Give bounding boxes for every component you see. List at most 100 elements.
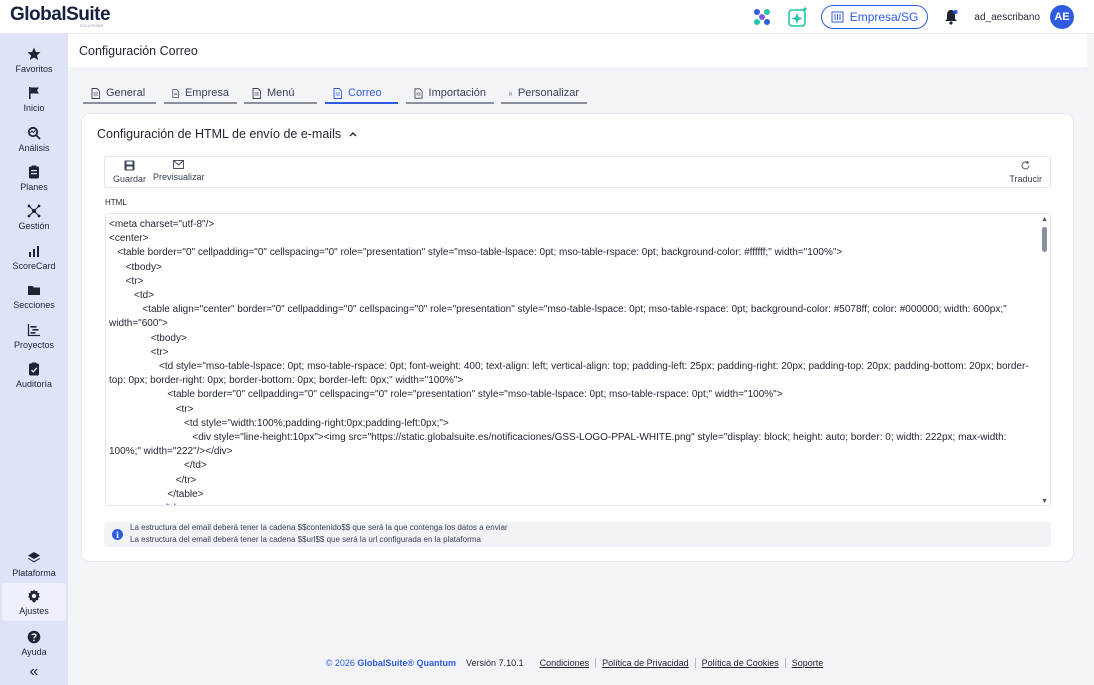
code-line: </td>: [109, 502, 1032, 505]
tab-menu[interactable]: Menú: [244, 84, 317, 104]
document-icon: [414, 87, 423, 99]
tab-personalizar[interactable]: Personalizar: [501, 84, 587, 104]
document-icon: [509, 91, 512, 95]
sidebar-item-ajustes[interactable]: Ajustes: [2, 583, 66, 621]
ai-sparkle-icon[interactable]: [785, 4, 811, 30]
clipboard-icon: [26, 164, 42, 180]
tab-empresa[interactable]: Empresa: [164, 84, 237, 104]
app-logo-sub: SOLUTIONS: [80, 23, 104, 28]
code-line: </tr>: [109, 474, 197, 486]
code-line: <center>: [109, 233, 149, 245]
star-icon: [26, 46, 42, 62]
sidebar-item-label: Favoritos: [15, 64, 53, 74]
bell-icon[interactable]: [938, 4, 964, 30]
flag-icon: [26, 85, 42, 101]
code-line: <tr>: [109, 403, 194, 415]
sidebar-item-secciones[interactable]: Secciones: [0, 277, 68, 315]
sidebar-item-auditoria[interactable]: Auditoría: [0, 356, 68, 394]
html-label: HTML: [105, 198, 127, 207]
tab-label: Personalizar: [517, 87, 579, 99]
code-line: <table align="center" border="0" cellpad…: [109, 304, 1010, 330]
card-title[interactable]: Configuración de HTML de envío de e-mail…: [97, 127, 357, 141]
code-line: <tr>: [109, 346, 169, 358]
network-icon: [26, 203, 42, 219]
gear-icon: [26, 588, 42, 604]
save-button[interactable]: Guardar: [113, 160, 146, 184]
tab-correo[interactable]: Correo: [325, 84, 398, 104]
sidebar-item-label: Inicio: [23, 103, 45, 113]
sidebar-item-analisis[interactable]: Análisis: [0, 120, 68, 158]
sidebar-item-proyectos[interactable]: Proyectos: [0, 317, 68, 355]
refresh-icon: [1021, 160, 1030, 170]
sidebar-item-label: Proyectos: [13, 340, 55, 350]
sidebar-item-label: ScoreCard: [12, 261, 56, 271]
chevron-up-icon[interactable]: [349, 131, 357, 137]
footer-link-soporte[interactable]: Soporte: [784, 658, 830, 668]
document-icon: [252, 87, 261, 99]
sidebar-item-label: Ajustes: [19, 606, 49, 616]
code-line: <td style="mso-table-lspace: 0pt; mso-ta…: [109, 361, 1029, 387]
save-icon: [124, 160, 135, 171]
footer-link-cookies[interactable]: Política de Cookies: [694, 658, 785, 668]
sidebar-item-label: Planes: [20, 182, 48, 192]
preview-label: Previsualizar: [153, 172, 205, 182]
company-name: Empresa/SG: [849, 10, 919, 24]
code-line: <td style="width:100%;padding-right:0px;…: [109, 417, 449, 429]
sidebar-item-plataforma[interactable]: Plataforma: [0, 545, 68, 583]
layers-icon: [26, 550, 42, 566]
sidebar-item-favoritos[interactable]: Favoritos: [0, 41, 68, 79]
apps-icon[interactable]: [749, 4, 775, 30]
sidebar-item-label: Gestión: [18, 221, 50, 231]
footer-link-privacidad[interactable]: Política de Privacidad: [595, 658, 695, 668]
info-icon: i: [112, 529, 123, 540]
email-html-card: Configuración de HTML de envío de e-mail…: [82, 114, 1073, 561]
translate-label: Traducir: [1009, 174, 1042, 184]
tab-importacion[interactable]: Importación: [406, 84, 494, 104]
sidebar: Favoritos Inicio Análisis Planes Gestión…: [0, 34, 68, 685]
footer: © 2026 GlobalSuite® Quantum Versión 7.10…: [68, 655, 1087, 671]
page-header: Configuración Correo: [68, 34, 1087, 67]
top-bar: GlobalSuite SOLUTIONS Empresa/SG ad_aesc…: [0, 0, 1094, 34]
tab-label: Importación: [428, 87, 486, 99]
editor-scrollbar[interactable]: ▲ ▼: [1038, 214, 1050, 505]
scroll-up-icon[interactable]: ▲: [1041, 216, 1048, 223]
info-line: La estructura del email deberá tener la …: [130, 535, 481, 544]
code-line: <meta charset="utf-8"/>: [109, 219, 215, 230]
code-line: <table border="0" cellpadding="0" cellsp…: [109, 389, 783, 401]
footer-link-condiciones[interactable]: Condiciones: [534, 658, 596, 668]
scroll-down-icon[interactable]: ▼: [1041, 498, 1048, 505]
scroll-thumb[interactable]: [1042, 227, 1047, 252]
top-right-actions: Empresa/SG ad_aescribano AE: [749, 4, 1074, 30]
folder-icon: [26, 282, 42, 298]
info-line: La estructura del email deberá tener la …: [130, 523, 508, 532]
document-icon: [333, 87, 342, 99]
user-name[interactable]: ad_aescribano: [974, 12, 1040, 23]
collapse-sidebar-button[interactable]: «: [0, 663, 68, 685]
translate-button[interactable]: Traducir: [1009, 160, 1042, 184]
sidebar-item-label: Plataforma: [12, 568, 56, 578]
preview-button[interactable]: Previsualizar: [153, 160, 205, 182]
info-box: i La estructura del email deberá tener l…: [104, 522, 1051, 547]
mail-icon: [173, 160, 185, 169]
analysis-icon: [26, 125, 42, 141]
code-line: <div style="line-height:10px"><img src="…: [109, 432, 1010, 458]
sidebar-item-gestion[interactable]: Gestión: [0, 198, 68, 236]
tab-label: General: [106, 87, 146, 99]
footer-brand: GlobalSuite® Quantum: [357, 658, 457, 668]
sidebar-item-scorecard[interactable]: ScoreCard: [0, 238, 68, 276]
help-icon: [26, 629, 42, 645]
audit-icon: [26, 361, 42, 377]
sidebar-item-label: Análisis: [18, 143, 50, 153]
sidebar-item-label: Ayuda: [21, 647, 47, 657]
avatar[interactable]: AE: [1050, 5, 1074, 29]
code-line: <table border="0" cellpadding="0" cellsp…: [109, 247, 843, 259]
sidebar-item-ayuda[interactable]: Ayuda: [0, 624, 68, 662]
company-selector[interactable]: Empresa/SG: [820, 5, 929, 29]
html-code-editor[interactable]: <meta charset="utf-8"/> <center> <table b…: [105, 213, 1051, 506]
code-content[interactable]: <meta charset="utf-8"/> <center> <table b…: [109, 218, 1032, 505]
sidebar-item-planes[interactable]: Planes: [0, 159, 68, 197]
code-line: </td>: [109, 460, 207, 472]
gantt-icon: [26, 322, 42, 338]
tab-general[interactable]: General: [83, 84, 156, 104]
sidebar-item-inicio[interactable]: Inicio: [0, 80, 68, 118]
